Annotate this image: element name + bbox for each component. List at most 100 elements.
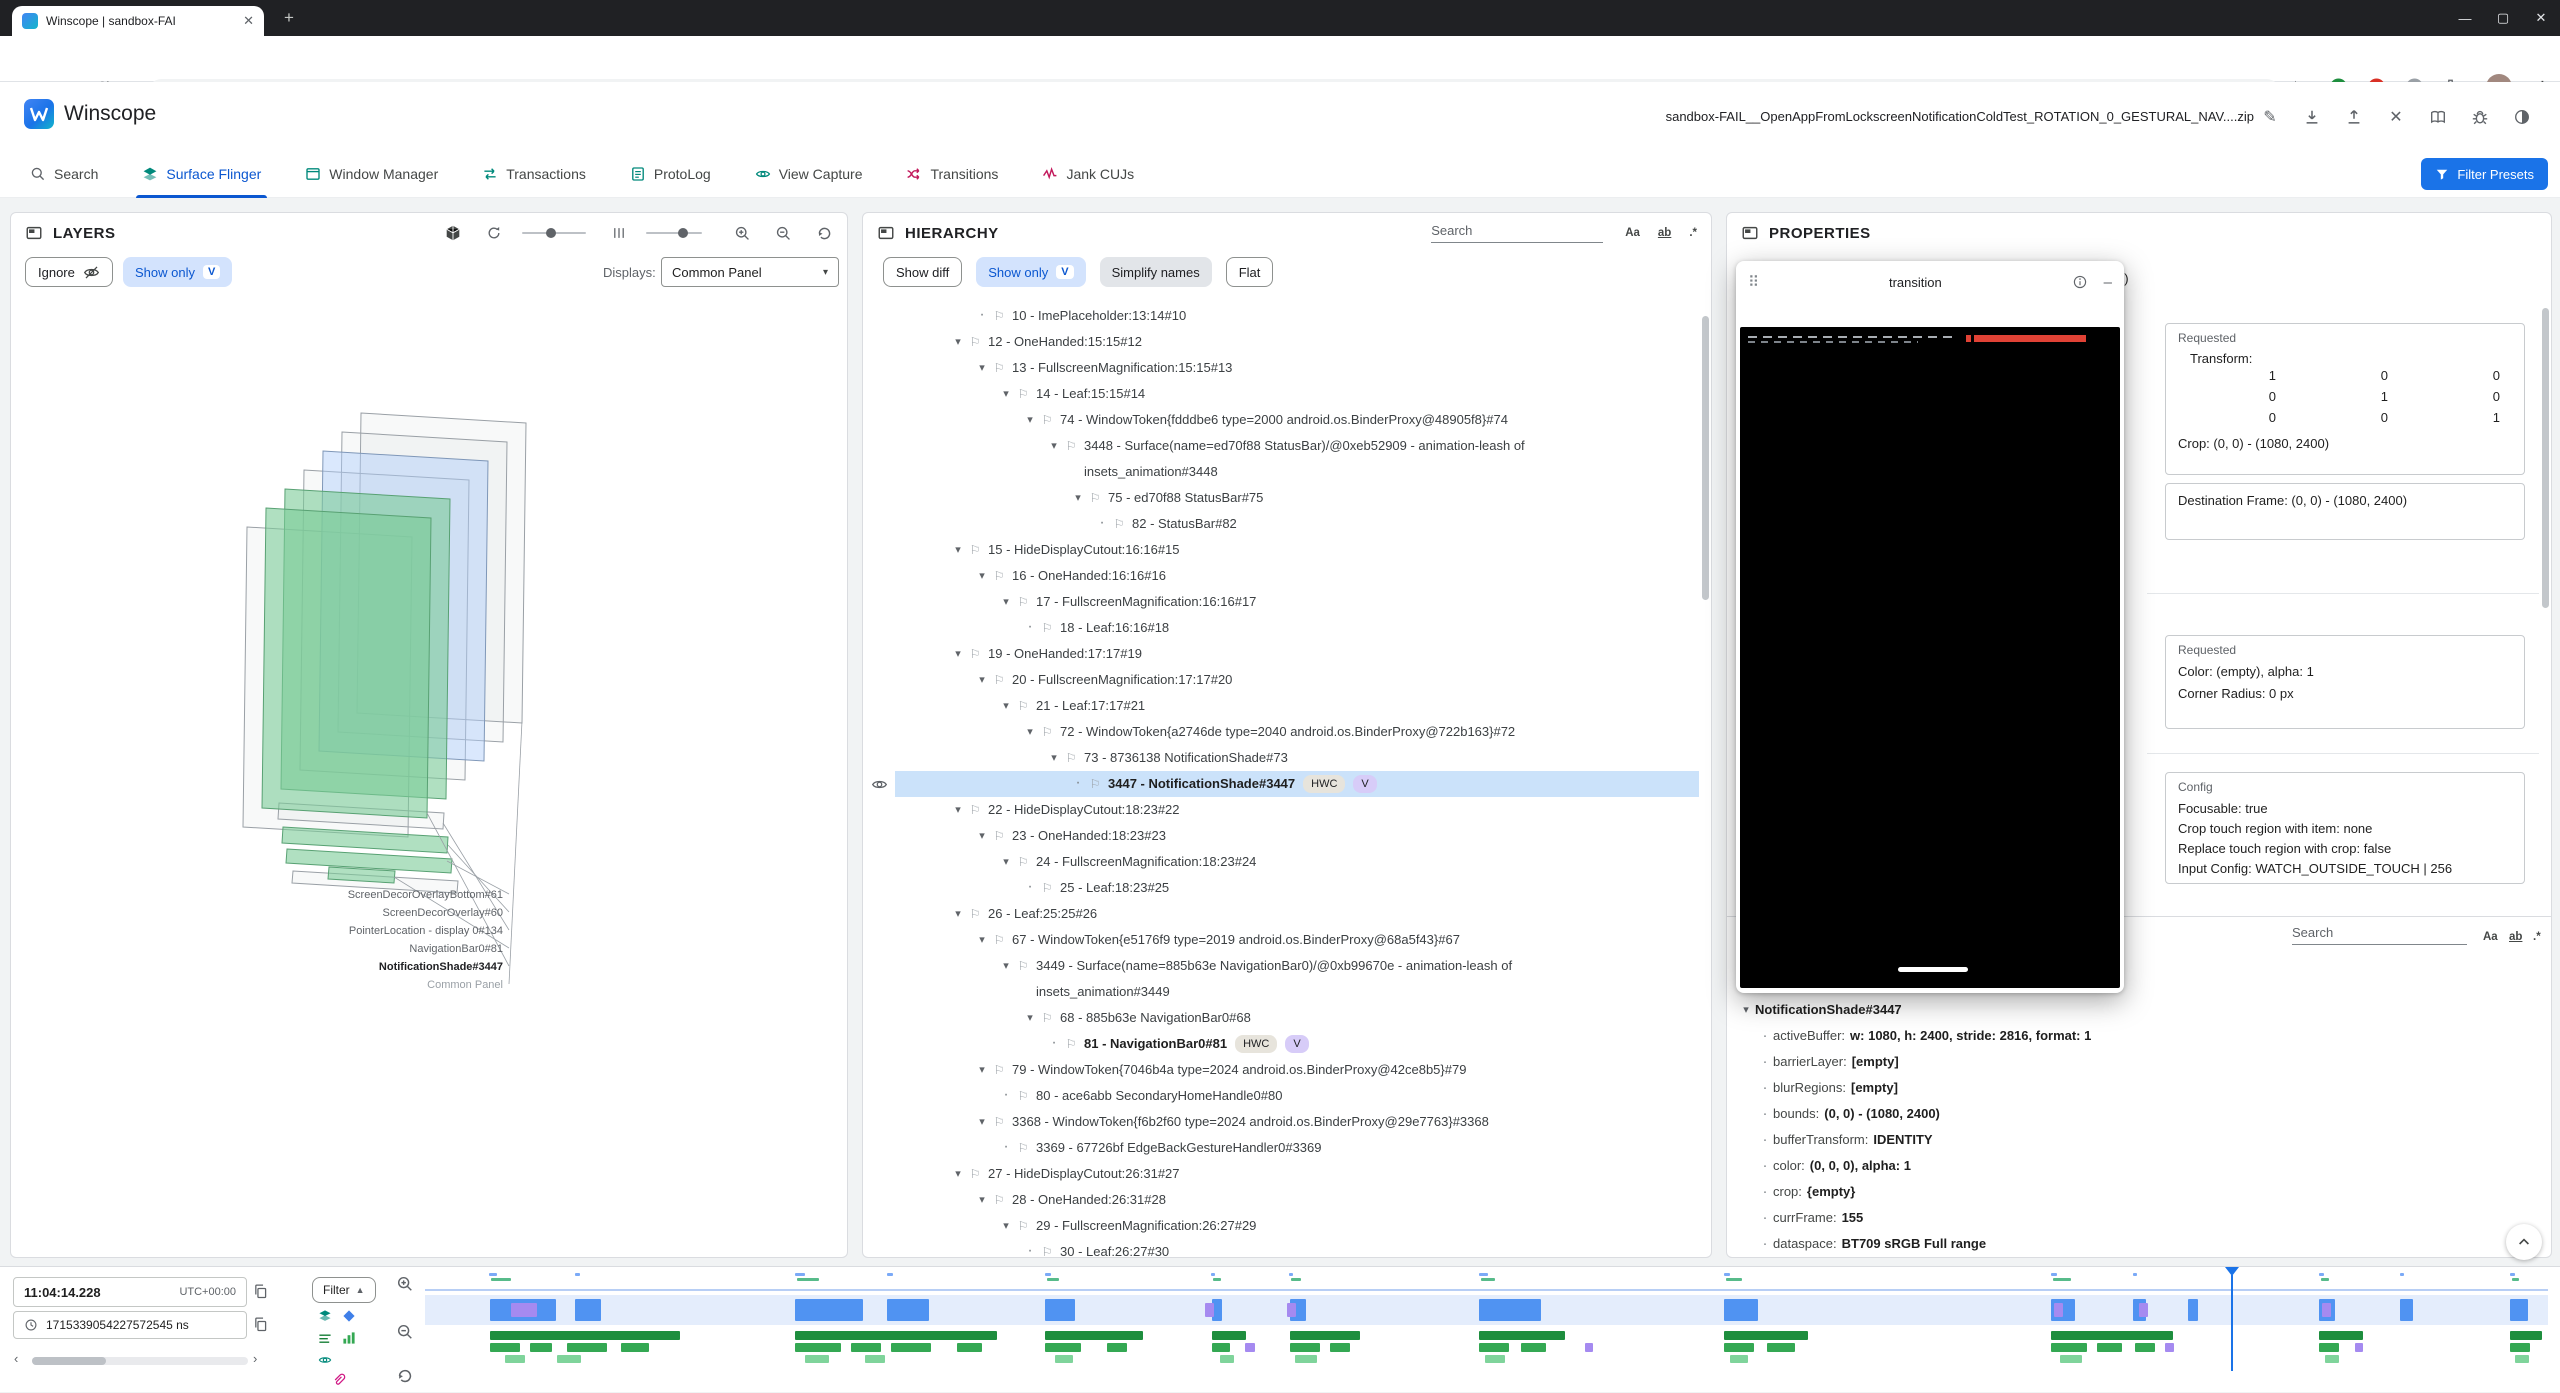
flat-chip[interactable]: Flat [1226, 257, 1274, 287]
hierarchy-node-10[interactable]: ·⚐10 - ImePlaceholder:13:14#10 [863, 303, 1699, 329]
pin-icon[interactable]: ⚐ [991, 563, 1007, 589]
expand-arrow-icon[interactable]: ▾ [997, 849, 1015, 875]
ignore-toggle[interactable]: Ignore [25, 257, 113, 287]
hierarchy-node-29[interactable]: ▾⚐29 - FullscreenMagnification:26:27#29 [863, 1213, 1699, 1239]
hierarchy-node-30[interactable]: ·⚐30 - Leaf:26:27#30 [863, 1239, 1699, 1257]
pin-icon[interactable]: ⚐ [1015, 849, 1031, 875]
hierarchy-node-21[interactable]: ▾⚐21 - Leaf:17:17#21 [863, 693, 1699, 719]
hierarchy-node-25[interactable]: ·⚐25 - Leaf:18:23#25 [863, 875, 1699, 901]
match-word-icon[interactable]: ab [1658, 227, 1671, 239]
property-row[interactable]: ·crop:{empty} [1757, 1179, 2537, 1205]
expand-arrow-icon[interactable]: ▾ [973, 355, 991, 381]
property-row[interactable]: ·bounds:(0, 0) - (1080, 2400) [1757, 1101, 2537, 1127]
properties-scrollbar[interactable] [2542, 308, 2549, 608]
hierarchy-node-12[interactable]: ▾⚐12 - OneHanded:15:15#12 [863, 329, 1699, 355]
layer-label[interactable]: PointerLocation - display 0#134 [349, 925, 503, 937]
clear-icon[interactable]: ✕ [2384, 105, 2408, 129]
reset-view-icon[interactable] [816, 225, 833, 242]
scrubber-line[interactable] [2231, 1275, 2233, 1371]
expand-arrow-icon[interactable]: ▾ [973, 823, 991, 849]
pin-icon[interactable]: ⚐ [967, 641, 983, 667]
hierarchy-node-3447[interactable]: ·⚐3447 - NotificationShade#3447HWCV [863, 771, 1699, 797]
pin-icon[interactable]: ⚐ [1015, 589, 1031, 615]
pin-icon[interactable]: ⚐ [967, 797, 983, 823]
timeline-zoom-reset-icon[interactable] [396, 1367, 414, 1385]
bug-report-icon[interactable] [2468, 105, 2492, 129]
hierarchy-node-26[interactable]: ▾⚐26 - Leaf:25:25#26 [863, 901, 1699, 927]
pin-icon[interactable]: ⚐ [991, 303, 1007, 329]
property-row[interactable]: ·color:(0, 0, 0), alpha: 1 [1757, 1153, 2537, 1179]
hierarchy-search-input[interactable]: Search [1431, 223, 1603, 243]
pin-icon[interactable]: ⚐ [1039, 1239, 1055, 1257]
pin-icon[interactable]: ⚐ [1087, 485, 1103, 511]
hierarchy-node-82[interactable]: ·⚐82 - StatusBar#82 [863, 511, 1699, 537]
pin-icon[interactable]: ⚐ [1063, 433, 1079, 459]
tab-jank-cujs[interactable]: Jank CUJs [1042, 150, 1134, 198]
expand-arrow-icon[interactable]: ▾ [997, 953, 1015, 979]
expand-arrow-icon[interactable]: ▾ [1045, 745, 1063, 771]
trace-icon-surfaceflinger[interactable] [318, 1309, 332, 1323]
hierarchy-node-80[interactable]: ·⚐80 - ace6abb SecondaryHomeHandle0#80 [863, 1083, 1699, 1109]
property-row[interactable]: ·barrierLayer:[empty] [1757, 1049, 2537, 1075]
pin-icon[interactable]: ⚐ [1087, 771, 1103, 797]
drag-handle-icon[interactable]: ⠿ [1748, 273, 1759, 291]
trace-icon-windowmanager[interactable] [342, 1309, 356, 1323]
hierarchy-node-68[interactable]: ▾⚐68 - 885b63e NavigationBar0#68 [863, 1005, 1699, 1031]
hierarchy-node-22[interactable]: ▾⚐22 - HideDisplayCutout:18:23#22 [863, 797, 1699, 823]
window-minimize-icon[interactable]: — [2446, 0, 2484, 36]
property-row[interactable]: ·activeBuffer:w: 1080, h: 2400, stride: … [1757, 1023, 2537, 1049]
tab-search[interactable]: Search [30, 150, 98, 198]
property-row[interactable]: ·bufferTransform:IDENTITY [1757, 1127, 2537, 1153]
expand-arrow-icon[interactable]: ▾ [949, 641, 967, 667]
edit-icon[interactable]: ✎ [2258, 105, 2282, 129]
pin-icon[interactable]: ⚐ [967, 537, 983, 563]
window-close-icon[interactable]: ✕ [2522, 0, 2560, 36]
expand-arrow-icon[interactable]: ▾ [1021, 407, 1039, 433]
trace-filter-button[interactable]: Filter ▲ [312, 1277, 376, 1303]
tab-close-icon[interactable]: ✕ [243, 13, 254, 29]
tab-transitions[interactable]: Transitions [906, 150, 998, 198]
pin-icon[interactable]: ⚐ [991, 823, 1007, 849]
expand-arrow-icon[interactable]: ▾ [997, 693, 1015, 719]
match-word-icon[interactable]: ab [2509, 931, 2522, 943]
scroll-right-icon[interactable]: › [253, 1351, 257, 1366]
rotation-slider[interactable] [522, 232, 586, 234]
hierarchy-node-3369[interactable]: ·⚐3369 - 67726bf EdgeBackGestureHandler0… [863, 1135, 1699, 1161]
trace-icon-protolog[interactable] [342, 1331, 356, 1345]
simplify-names-chip[interactable]: Simplify names [1100, 257, 1212, 287]
copy-time-icon[interactable] [252, 1283, 269, 1300]
pin-icon[interactable]: ⚐ [1015, 953, 1031, 979]
timestamp-ns-box[interactable]: 1715339054227572545 ns [13, 1311, 247, 1339]
download-icon[interactable] [2300, 105, 2324, 129]
hierarchy-node-3448[interactable]: ▾⚐3448 - Surface(name=ed70f88 StatusBar)… [863, 433, 1699, 485]
tab-transactions[interactable]: Transactions [482, 150, 586, 198]
hierarchy-node-75[interactable]: ▾⚐75 - ed70f88 StatusBar#75 [863, 485, 1699, 511]
pin-icon[interactable]: ⚐ [1063, 1031, 1079, 1057]
pin-icon[interactable]: ⚐ [1039, 1005, 1055, 1031]
spacing-slider[interactable] [646, 232, 702, 234]
hierarchy-node-72[interactable]: ▾⚐72 - WindowToken{a2746de type=2040 and… [863, 719, 1699, 745]
layer-label-selected[interactable]: NotificationShade#3447 [379, 961, 503, 973]
property-row[interactable]: ·dataspace:BT709 sRGB Full range [1757, 1231, 2537, 1257]
trace-icon-transactions[interactable] [318, 1331, 332, 1345]
hierarchy-node-3368[interactable]: ▾⚐3368 - WindowToken{f6b2f60 type=2024 a… [863, 1109, 1699, 1135]
expand-arrow-icon[interactable]: ▾ [949, 537, 967, 563]
minimize-icon[interactable]: – [2104, 274, 2112, 291]
expand-arrow-icon[interactable]: ▾ [949, 1161, 967, 1187]
hierarchy-node-14[interactable]: ▾⚐14 - Leaf:15:15#14 [863, 381, 1699, 407]
regex-icon[interactable]: .* [1689, 227, 1697, 239]
overlay-header[interactable]: ⠿ transition – [1736, 261, 2124, 303]
cube-3d-icon[interactable] [444, 224, 462, 242]
regex-icon[interactable]: .* [2533, 931, 2541, 943]
expand-arrow-icon[interactable]: ▾ [1021, 719, 1039, 745]
timeline-hscroll-thumb[interactable] [32, 1357, 106, 1365]
hierarchy-node-19[interactable]: ▾⚐19 - OneHanded:17:17#19 [863, 641, 1699, 667]
match-case-icon[interactable]: Aa [2483, 931, 2498, 943]
hierarchy-node-15[interactable]: ▾⚐15 - HideDisplayCutout:16:16#15 [863, 537, 1699, 563]
tab-view-capture[interactable]: View Capture [755, 150, 863, 198]
pin-icon[interactable]: ⚐ [1015, 1083, 1031, 1109]
hierarchy-node-74[interactable]: ▾⚐74 - WindowToken{fdddbe6 type=2000 and… [863, 407, 1699, 433]
info-icon[interactable] [2072, 274, 2088, 290]
timeline-canvas[interactable] [425, 1267, 2548, 1393]
pin-icon[interactable]: ⚐ [1111, 511, 1127, 537]
